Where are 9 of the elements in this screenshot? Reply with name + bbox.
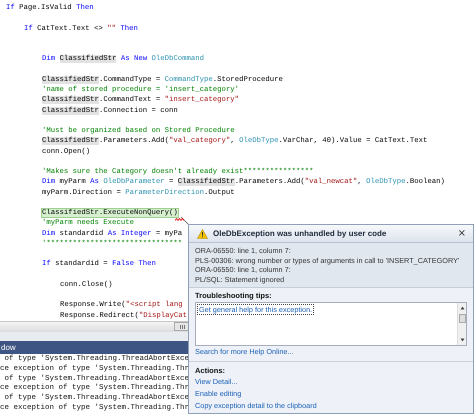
vertical-scrollbar[interactable]	[457, 303, 466, 345]
close-button[interactable]: ×	[456, 228, 468, 238]
warning-icon	[197, 228, 208, 238]
scroll-up-icon[interactable]	[460, 306, 464, 310]
dialog-title: OleDbException was unhandled by user code	[213, 229, 388, 238]
error-squiggle-icon	[175, 218, 184, 221]
horizontal-scrollbar[interactable]	[0, 321, 190, 332]
pane-title: dow	[0, 343, 16, 352]
scrollbar-thumb[interactable]	[458, 314, 466, 322]
